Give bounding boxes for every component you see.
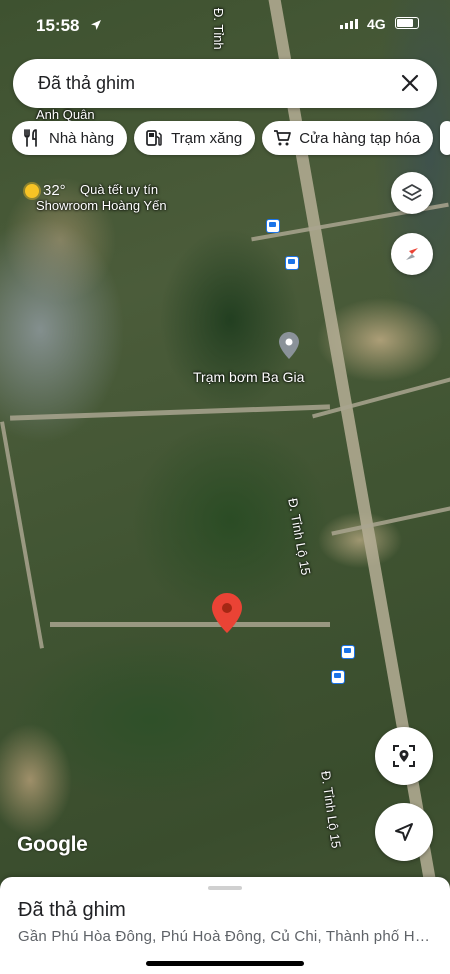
chip-more[interactable] (440, 121, 450, 155)
chip-label: Nhà hàng (49, 129, 115, 147)
bus-stop-icon[interactable] (266, 219, 280, 233)
place-label[interactable]: Anh Quân (36, 107, 95, 122)
bus-stop-icon[interactable] (331, 670, 345, 684)
status-bar: 15:58 4G (0, 0, 450, 50)
road-segment (0, 421, 44, 649)
chip-label: Cửa hàng tạp hóa (299, 129, 421, 147)
sun-icon (25, 183, 39, 198)
shopping-cart-icon (274, 130, 292, 146)
network-type: 4G (367, 16, 386, 32)
road-label-bottom: Đ. Tỉnh Lộ 15 (318, 770, 344, 850)
bus-stop-icon[interactable] (285, 256, 299, 270)
search-query[interactable]: Đã thả ghim (38, 73, 135, 94)
weather-badge: 32° (25, 182, 66, 199)
chip-restaurants[interactable]: Nhà hàng (12, 121, 128, 155)
sheet-drag-handle[interactable] (208, 886, 242, 890)
chip-label: Trạm xăng (171, 129, 243, 147)
compass-icon (406, 248, 418, 260)
place-bottom-sheet[interactable]: Đã thả ghim Gần Phú Hòa Đông, Phú Hoà Đô… (0, 877, 450, 974)
location-arrow-icon (91, 20, 101, 30)
compass-button[interactable] (391, 233, 433, 275)
temperature: 32° (43, 182, 66, 199)
chip-gas-stations[interactable]: Trạm xăng (134, 121, 256, 155)
category-chips: Nhà hàng Trạm xăng Cửa hàng tạp hóa (12, 121, 450, 155)
navigation-arrow-icon (395, 823, 413, 841)
place-address: Gần Phú Hòa Đông, Phú Hoà Đông, Củ Chi, … (18, 928, 430, 945)
road-segment (10, 404, 330, 421)
gas-station-icon (146, 130, 162, 146)
place-title: Đã thả ghim (18, 899, 126, 921)
poi-label[interactable]: Trạm bơm Ba Gia (193, 369, 304, 385)
road-label-mid: Đ. Tỉnh Lộ 15 (285, 497, 314, 577)
home-indicator[interactable] (146, 961, 304, 966)
place-label[interactable]: Showroom Hoàng Yến (36, 198, 167, 213)
layers-icon (402, 184, 422, 201)
chip-grocery[interactable]: Cửa hàng tạp hóa (262, 121, 434, 155)
restaurant-icon (24, 129, 37, 147)
place-label[interactable]: Quà tết uy tín (80, 182, 158, 197)
google-logo: Google (17, 833, 88, 856)
close-icon[interactable] (397, 70, 423, 96)
signal-icon (340, 19, 358, 29)
layers-button[interactable] (391, 172, 433, 214)
dropped-pin-icon[interactable] (212, 593, 242, 633)
road-segment (312, 375, 450, 419)
poi-pin-icon[interactable] (279, 332, 299, 359)
status-time: 15:58 (36, 16, 80, 35)
navigate-button[interactable] (375, 803, 433, 861)
my-location-button[interactable] (375, 727, 433, 785)
search-bar[interactable]: Đã thả ghim (13, 59, 437, 108)
road-segment (331, 498, 450, 536)
battery-icon (395, 17, 419, 29)
road-segment (50, 622, 330, 627)
bus-stop-icon[interactable] (341, 645, 355, 659)
location-focus-icon (393, 745, 415, 767)
